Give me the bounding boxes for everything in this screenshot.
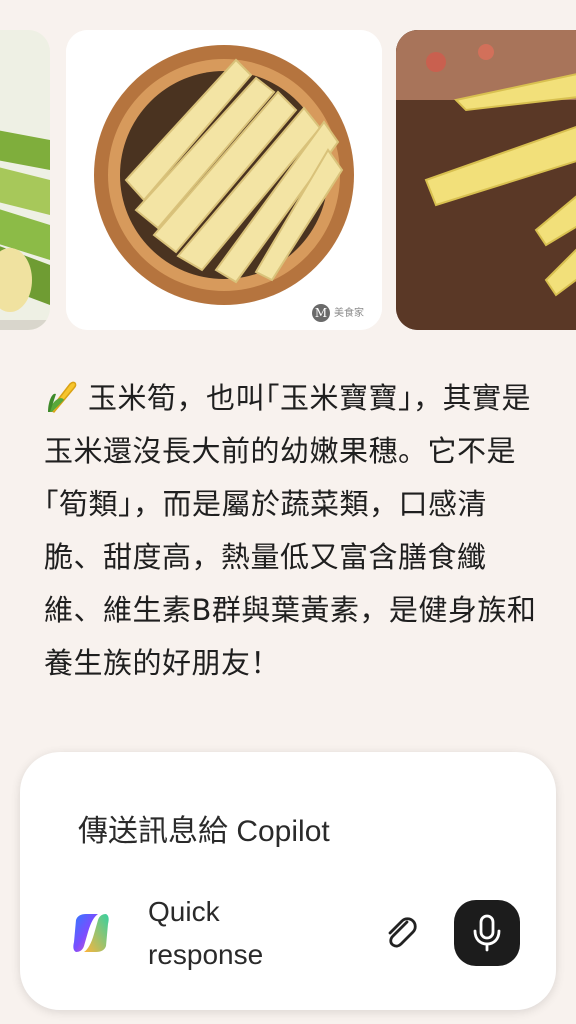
copilot-chat-screen: M 美食家 玉米筍，也叫｢玉米寶寶｣，其實是玉米還沒長大前的幼嫩果穗。它不是｢筍… xyxy=(0,0,576,1024)
corn-on-board-image[interactable] xyxy=(396,30,576,330)
attach-button[interactable] xyxy=(374,906,426,958)
assistant-message: 玉米筍，也叫｢玉米寶寶｣，其實是玉米還沒長大前的幼嫩果穗。它不是｢筍類｣，而是屬… xyxy=(44,372,544,690)
voice-input-button[interactable] xyxy=(454,900,520,966)
corn-icon xyxy=(44,378,80,414)
paperclip-icon xyxy=(388,917,417,948)
quick-response-button[interactable]: Quick response xyxy=(148,890,308,976)
image-carousel[interactable]: M 美食家 xyxy=(0,30,576,330)
corn-image-left[interactable] xyxy=(0,30,50,330)
microphone-icon xyxy=(473,914,501,952)
baby-corn-bowl-image[interactable]: M 美食家 xyxy=(66,30,382,330)
assistant-message-text: 玉米筍，也叫｢玉米寶寶｣，其實是玉米還沒長大前的幼嫩果穗。它不是｢筍類｣，而是屬… xyxy=(44,381,537,680)
image-watermark: M 美食家 xyxy=(312,304,364,322)
watermark-logo-icon: M xyxy=(312,304,330,322)
copilot-logo-icon xyxy=(68,910,114,956)
message-input[interactable]: 傳送訊息給 Copilot xyxy=(78,806,330,850)
